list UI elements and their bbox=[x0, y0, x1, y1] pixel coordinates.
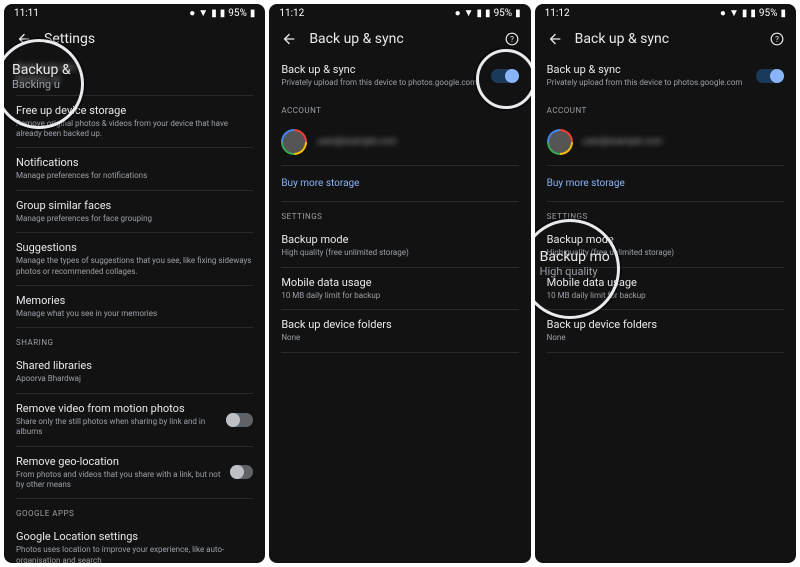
back-icon[interactable] bbox=[16, 31, 32, 47]
section-settings: SETTINGS bbox=[547, 202, 784, 225]
page-title: Back up & sync bbox=[309, 31, 403, 47]
svg-text:?: ? bbox=[775, 34, 779, 44]
toggle-switch[interactable] bbox=[226, 413, 253, 427]
item-group-faces[interactable]: Group similar facesManage preferences fo… bbox=[16, 191, 253, 233]
status-time: 11:11 bbox=[14, 8, 39, 19]
item-memories[interactable]: MemoriesManage what you see in your memo… bbox=[16, 286, 253, 328]
status-icons: ●▼▮▮95%▮ bbox=[720, 8, 786, 19]
item-suggestions[interactable]: SuggestionsManage the types of suggestio… bbox=[16, 233, 253, 286]
item-remove-geo[interactable]: Remove geo-locationFrom photos and video… bbox=[16, 447, 253, 500]
zoom-title: Backup & bbox=[12, 62, 71, 78]
backup-sync-toggle-row: Back up & syncPrivately upload from this… bbox=[547, 55, 784, 96]
section-settings: SETTINGS bbox=[281, 202, 518, 225]
item-free-storage[interactable]: Free up device storageRemove original ph… bbox=[16, 96, 253, 149]
item-device-folders[interactable]: Back up device foldersNone bbox=[547, 310, 784, 352]
phone-screen-1: Backup & Backing u 11:11 ●▼▮▮95%▮ Settin… bbox=[4, 4, 265, 563]
avatar bbox=[281, 129, 307, 155]
back-icon[interactable] bbox=[547, 31, 563, 47]
zoom-title: Backup mo bbox=[540, 249, 610, 265]
section-google-apps: GOOGLE APPS bbox=[16, 499, 253, 522]
status-time: 11:12 bbox=[545, 8, 570, 19]
backup-content: Back up & syncPrivately upload from this… bbox=[535, 55, 796, 563]
account-email: user@example.com bbox=[583, 137, 663, 147]
status-icons: ●▼▮▮95%▮ bbox=[455, 8, 521, 19]
toggle-switch[interactable] bbox=[230, 465, 253, 479]
status-time: 11:12 bbox=[279, 8, 304, 19]
status-bar: 11:12 ●▼▮▮95%▮ bbox=[535, 4, 796, 23]
item-notifications[interactable]: NotificationsManage preferences for noti… bbox=[16, 148, 253, 190]
section-account: ACCOUNT bbox=[281, 96, 518, 119]
buy-storage-button[interactable]: Buy more storage bbox=[281, 166, 518, 202]
item-remove-motion[interactable]: Remove video from motion photosShare onl… bbox=[16, 394, 253, 447]
section-account: ACCOUNT bbox=[547, 96, 784, 119]
backup-content: Back up & syncPrivately upload from this… bbox=[269, 55, 530, 563]
svg-text:?: ? bbox=[510, 34, 514, 44]
backup-toggle[interactable] bbox=[491, 69, 519, 83]
item-mobile-data[interactable]: Mobile data usage10 MB daily limit for b… bbox=[281, 268, 518, 310]
account-row[interactable]: user@example.com bbox=[281, 119, 518, 166]
buy-storage-button[interactable]: Buy more storage bbox=[547, 166, 784, 202]
account-email: user@example.com bbox=[317, 137, 397, 147]
item-location-settings[interactable]: Google Location settingsPhotos uses loca… bbox=[16, 522, 253, 563]
zoom-overlay: Backup & Backing u bbox=[12, 62, 71, 91]
status-bar: 11:12 ●▼▮▮95%▮ bbox=[269, 4, 530, 23]
app-bar: Back up & sync ? bbox=[269, 23, 530, 55]
phone-screen-3: Backup mo High quality 11:12 ●▼▮▮95%▮ Ba… bbox=[535, 4, 796, 563]
item-device-folders[interactable]: Back up device foldersNone bbox=[281, 310, 518, 352]
app-bar: Settings bbox=[4, 23, 265, 55]
zoom-sub: High quality bbox=[540, 265, 610, 278]
app-bar: Back up & sync ? bbox=[535, 23, 796, 55]
page-title: Back up & sync bbox=[575, 31, 669, 47]
help-icon[interactable]: ? bbox=[770, 32, 784, 46]
section-sharing: SHARING bbox=[16, 328, 253, 351]
item-shared-libraries[interactable]: Shared librariesApoorva Bhardwaj bbox=[16, 351, 253, 393]
backup-toggle[interactable] bbox=[756, 69, 784, 83]
item-backup-mode[interactable]: Backup modeHigh quality (free unlimited … bbox=[281, 225, 518, 267]
help-icon[interactable]: ? bbox=[505, 32, 519, 46]
zoom-overlay: Backup mo High quality bbox=[540, 249, 610, 278]
backup-sync-toggle-row: Back up & syncPrivately upload from this… bbox=[281, 55, 518, 96]
avatar bbox=[547, 129, 573, 155]
settings-list[interactable]: Back up & syncBacking up Free up device … bbox=[4, 55, 265, 563]
page-title: Settings bbox=[44, 31, 95, 47]
phone-screen-2: 11:12 ●▼▮▮95%▮ Back up & sync ? Back up … bbox=[269, 4, 530, 563]
status-bar: 11:11 ●▼▮▮95%▮ bbox=[4, 4, 265, 23]
status-icons: ●▼▮▮95%▮ bbox=[189, 8, 255, 19]
back-icon[interactable] bbox=[281, 31, 297, 47]
zoom-sub: Backing u bbox=[12, 78, 71, 91]
account-row[interactable]: user@example.com bbox=[547, 119, 784, 166]
